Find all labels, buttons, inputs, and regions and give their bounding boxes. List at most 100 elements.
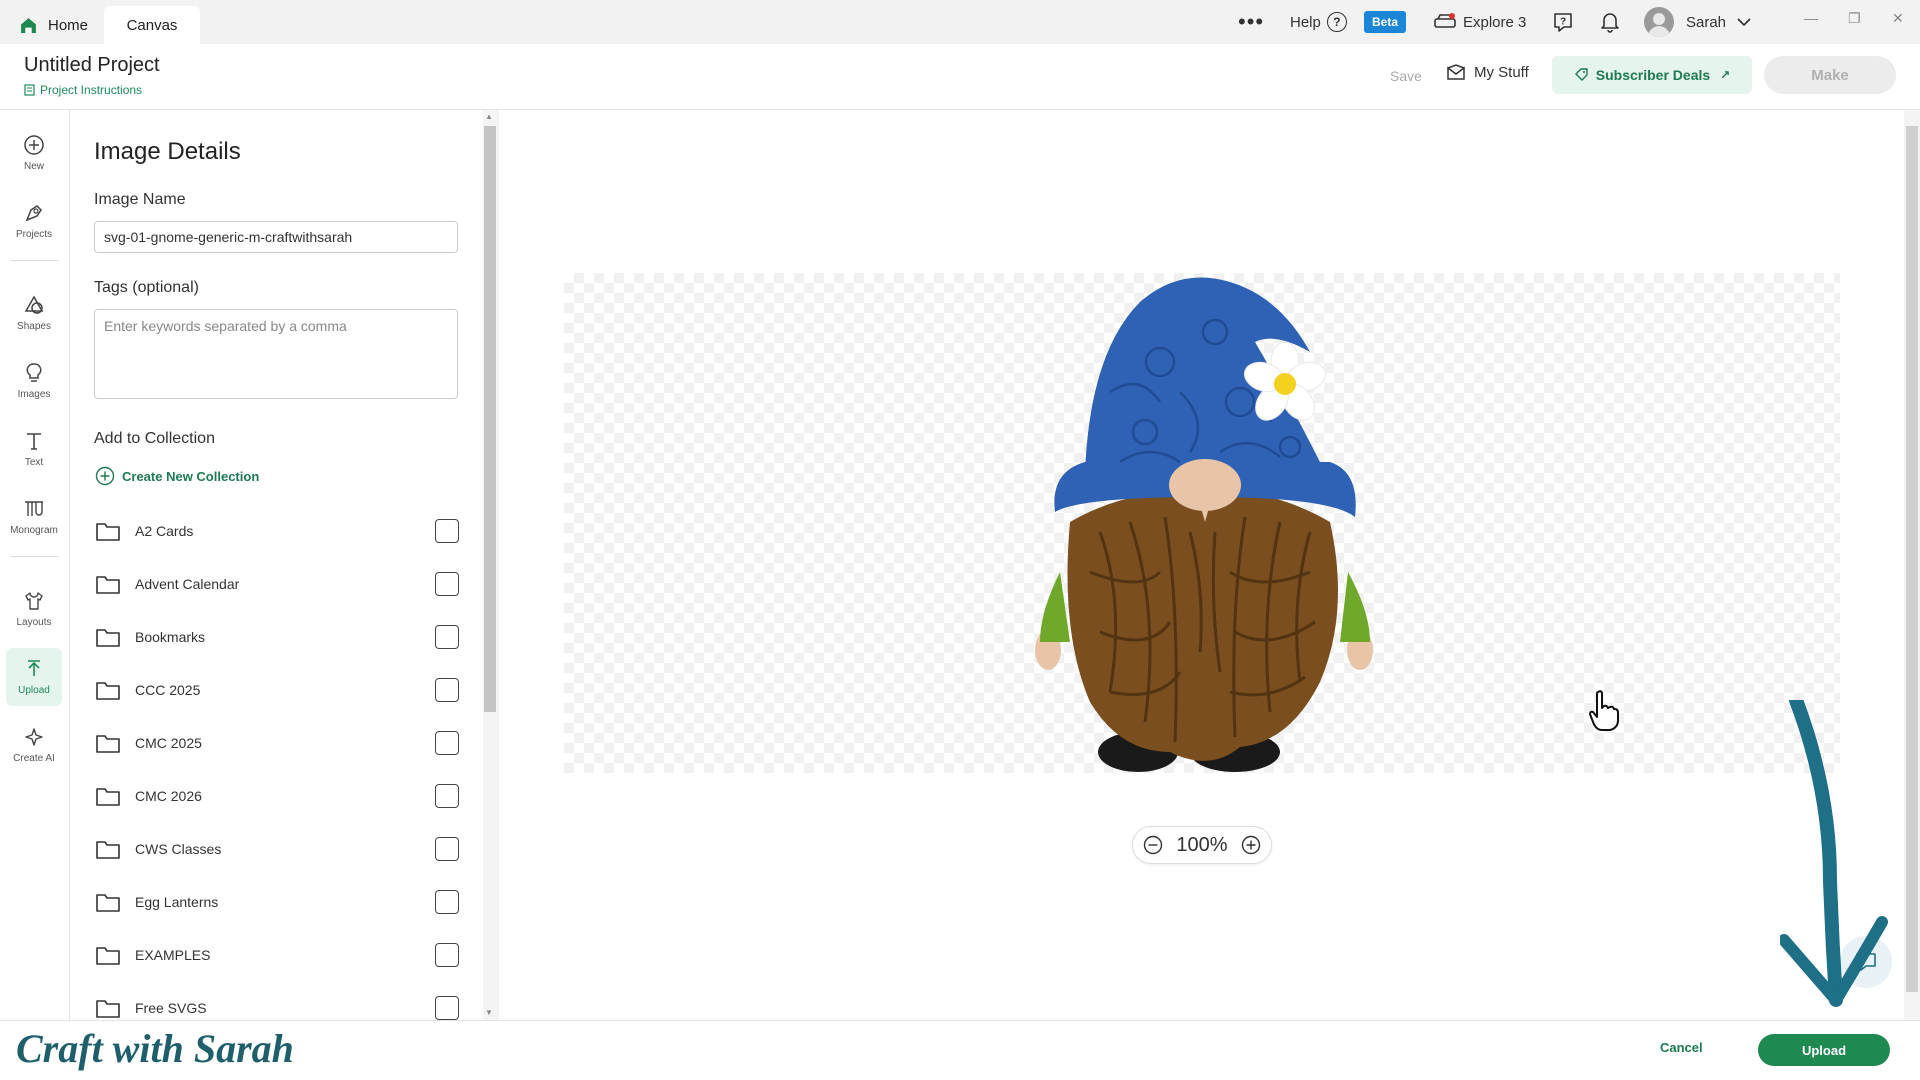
project-title[interactable]: Untitled Project — [24, 54, 160, 77]
rail-divider — [10, 260, 58, 261]
collection-checkbox[interactable] — [435, 572, 459, 596]
create-new-collection-link[interactable]: Create New Collection — [95, 466, 259, 486]
plus-circle-icon — [95, 466, 115, 486]
image-name-input[interactable] — [94, 221, 458, 253]
folder-icon — [96, 629, 120, 647]
folder-icon — [96, 894, 120, 912]
help-circle-icon: ? — [1326, 12, 1347, 32]
external-link-icon: ↗ — [1720, 68, 1731, 82]
collection-row[interactable]: A2 Cards — [95, 511, 459, 551]
more-options-icon[interactable]: ••• — [1238, 0, 1264, 44]
rail-projects[interactable]: Projects — [6, 192, 62, 250]
collection-checkbox[interactable] — [435, 943, 459, 967]
rail-projects-label: Projects — [15, 229, 53, 240]
cancel-button[interactable]: Cancel — [1660, 1040, 1703, 1055]
upload-arrow-icon — [28, 660, 40, 676]
collection-name: CMC 2025 — [135, 735, 202, 751]
collection-checkbox[interactable] — [435, 519, 459, 543]
projects-icon — [25, 205, 42, 222]
create-new-collection-label: Create New Collection — [122, 468, 260, 484]
machine-selector[interactable]: Explore 3 — [1434, 0, 1526, 44]
project-instructions-label: Project Instructions — [40, 83, 143, 97]
price-tag-icon — [1574, 68, 1588, 81]
scroll-up-arrow-icon[interactable]: ▲ — [485, 112, 493, 121]
project-instructions-link[interactable]: Project Instructions — [24, 83, 142, 97]
support-chat-icon[interactable]: ? — [1552, 0, 1574, 44]
canvas-scrollbar-thumb[interactable] — [1906, 126, 1918, 992]
collection-row[interactable]: Advent Calendar — [95, 564, 459, 604]
folder-icon — [96, 841, 120, 859]
collection-row[interactable]: Free SVGS — [95, 988, 459, 1020]
collection-name: EXAMPLES — [135, 947, 211, 963]
rail-create-ai[interactable]: Create AI — [6, 716, 62, 774]
collection-row[interactable]: CWS Classes — [95, 829, 459, 869]
collection-row[interactable]: Egg Lanterns — [95, 882, 459, 922]
folder-icon — [96, 947, 120, 965]
collection-checkbox[interactable] — [435, 996, 459, 1020]
my-stuff-button[interactable]: My Stuff — [1446, 64, 1529, 81]
subscriber-deals-button[interactable]: Subscriber Deals ↗ — [1552, 56, 1752, 94]
collection-checkbox[interactable] — [435, 837, 459, 861]
beta-badge[interactable]: Beta — [1364, 11, 1407, 33]
collection-checkbox[interactable] — [435, 731, 459, 755]
collection-row[interactable]: EXAMPLES — [95, 935, 459, 975]
collection-name: A2 Cards — [135, 523, 194, 539]
question-bubble-icon: ? — [1554, 13, 1572, 32]
add-to-collection-label: Add to Collection — [94, 430, 215, 447]
tab-canvas[interactable]: Canvas — [104, 6, 200, 44]
watermark-text: Craft with Sarah — [16, 1026, 294, 1071]
make-button[interactable]: Make — [1764, 56, 1896, 94]
minimize-window-icon[interactable]: — — [1804, 10, 1818, 26]
rail-layouts-label: Layouts — [16, 617, 52, 628]
sparkle-icon — [25, 728, 43, 746]
collection-name: Free SVGS — [135, 1000, 207, 1016]
collection-row[interactable]: CCC 2025 — [95, 670, 459, 710]
collection-checkbox[interactable] — [435, 890, 459, 914]
save-button[interactable]: Save — [1390, 68, 1422, 84]
zoom-control: 100% — [1132, 826, 1272, 864]
gnome-image — [1035, 277, 1373, 772]
upload-button[interactable]: Upload — [1758, 1034, 1890, 1066]
zoom-in-icon[interactable] — [1241, 835, 1261, 855]
rail-upload[interactable]: Upload — [6, 648, 62, 706]
scroll-down-arrow-icon[interactable]: ▼ — [485, 1008, 493, 1017]
craft-with-sarah-watermark: Craft with Sarah — [16, 1026, 294, 1071]
rail-shapes-label: Shapes — [17, 321, 51, 332]
avatar — [1644, 7, 1674, 37]
collection-checkbox[interactable] — [435, 625, 459, 649]
image-name-label: Image Name — [94, 191, 186, 208]
rail-text[interactable]: Text — [6, 420, 62, 478]
subscriber-deals-label: Subscriber Deals — [1595, 67, 1711, 83]
rail-new[interactable]: New — [6, 124, 62, 182]
bell-icon — [1601, 13, 1619, 33]
cricut-home-icon — [21, 17, 36, 33]
chevron-down-icon — [1737, 18, 1751, 27]
rail-shapes[interactable]: Shapes — [6, 284, 62, 342]
folder-icon — [96, 523, 120, 541]
help-button[interactable]: Help ? — [1290, 0, 1347, 44]
folder-icon — [96, 788, 120, 806]
rail-monogram[interactable]: Monogram — [6, 488, 62, 546]
collection-row[interactable]: CMC 2025 — [95, 723, 459, 763]
panel-scrollbar-thumb[interactable] — [484, 126, 496, 712]
notifications-bell-icon[interactable] — [1600, 0, 1620, 44]
text-t-icon — [27, 433, 41, 450]
rail-layouts[interactable]: Layouts — [6, 580, 62, 638]
collection-name: CMC 2026 — [135, 788, 202, 804]
cricut-machine-icon — [1434, 13, 1456, 28]
zoom-out-icon[interactable] — [1143, 835, 1163, 855]
tags-label: Tags (optional) — [94, 279, 199, 296]
close-window-icon[interactable]: ✕ — [1892, 10, 1904, 27]
tags-input[interactable] — [94, 309, 458, 399]
tab-home[interactable]: Home — [16, 6, 102, 44]
collection-checkbox[interactable] — [435, 784, 459, 808]
collection-row[interactable]: CMC 2026 — [95, 776, 459, 816]
rail-images[interactable]: Images — [6, 352, 62, 410]
collection-checkbox[interactable] — [435, 678, 459, 702]
collection-row[interactable]: Bookmarks — [95, 617, 459, 657]
restore-window-icon[interactable]: ❐ — [1848, 10, 1861, 27]
user-menu[interactable]: Sarah — [1644, 0, 1752, 44]
panel-title: Image Details — [94, 138, 241, 165]
tab-canvas-label: Canvas — [126, 16, 178, 34]
user-silhouette-icon — [1648, 13, 1670, 37]
